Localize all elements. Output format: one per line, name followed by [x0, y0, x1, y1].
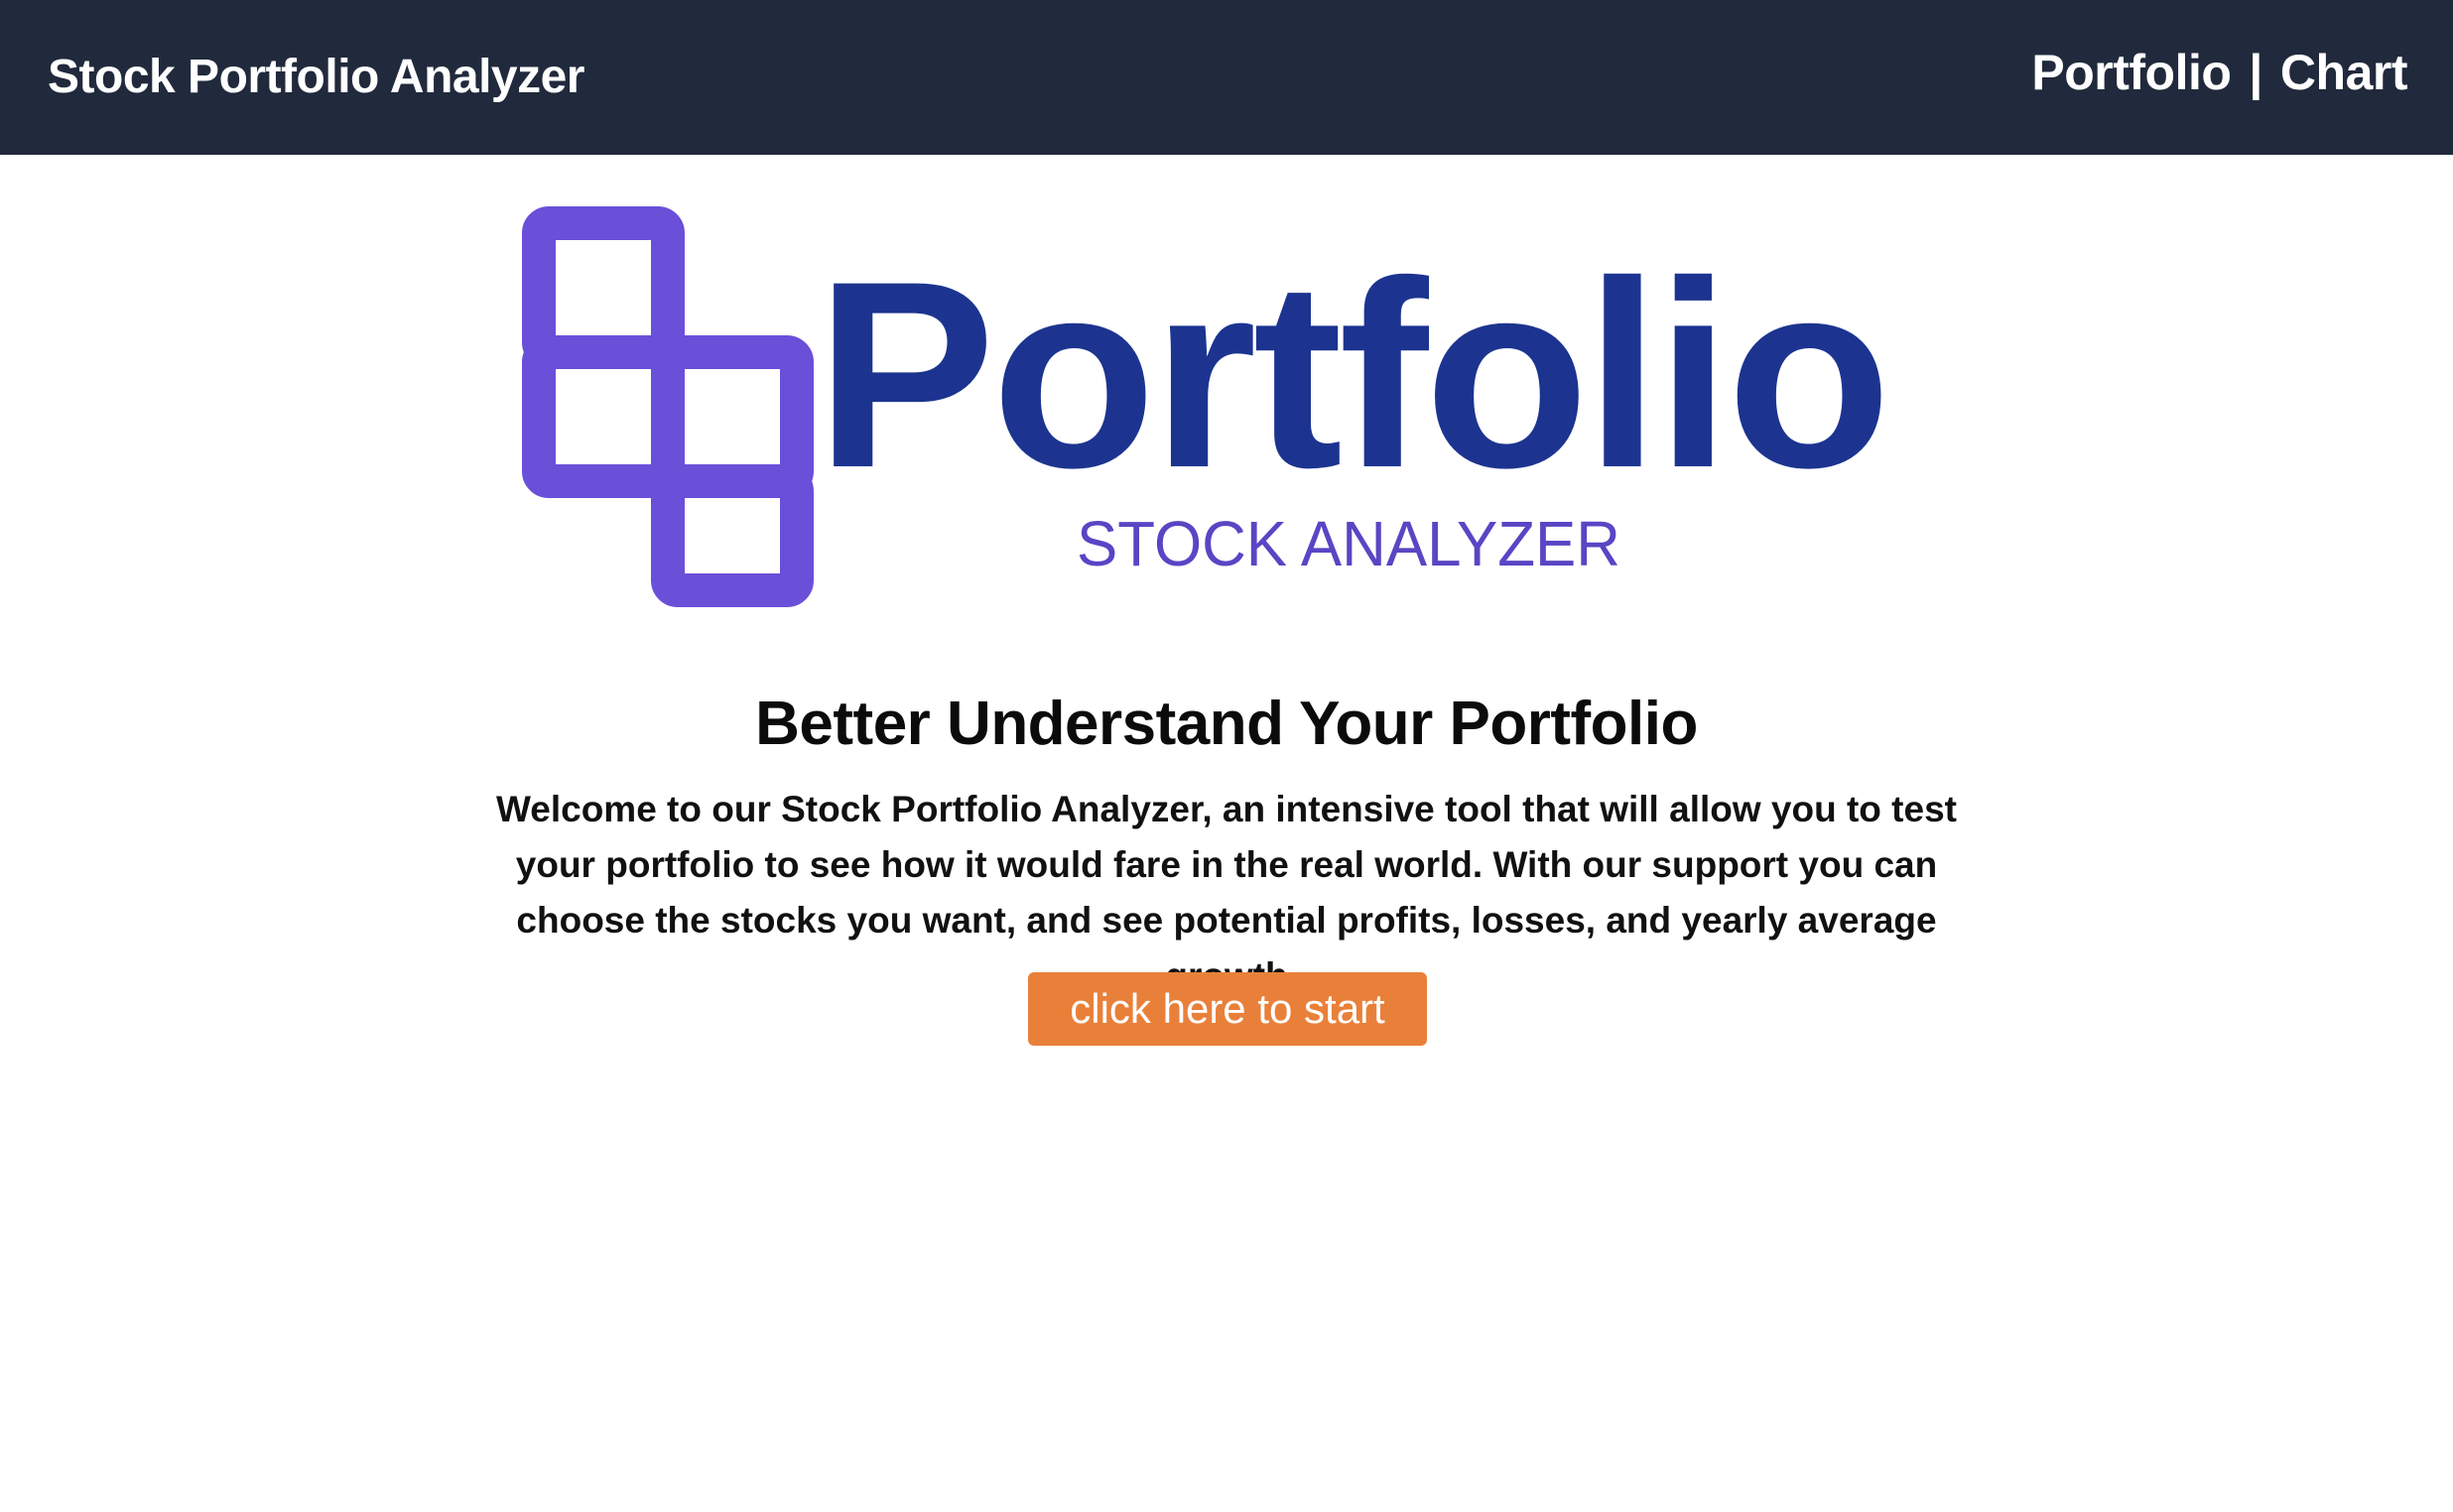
logo-wordmark: Portfolio — [816, 225, 1887, 523]
nav-separator: | — [2249, 45, 2262, 100]
nav-link-portfolio[interactable]: Portfolio — [2031, 42, 2232, 103]
nav-links: Portfolio | Chart — [2031, 42, 2407, 103]
portfolio-logo: Portfolio STOCK ANALYZER — [522, 206, 1891, 607]
grid-blocks-icon — [522, 206, 814, 607]
start-now-button[interactable]: click here to start now — [1028, 972, 1427, 1105]
top-navbar: Stock Portfolio Analyzer Portfolio | Cha… — [0, 0, 2453, 155]
intro-paragraph: Welcome to our Stock Portfolio Analyzer,… — [496, 789, 1957, 996]
brand-title[interactable]: Stock Portfolio Analyzer — [48, 48, 584, 107]
nav-link-chart[interactable]: Chart — [2280, 42, 2408, 103]
page-headline: Better Understand Your Portfolio — [755, 690, 1698, 758]
logo-tagline: STOCK ANALYZER — [1077, 508, 1620, 579]
